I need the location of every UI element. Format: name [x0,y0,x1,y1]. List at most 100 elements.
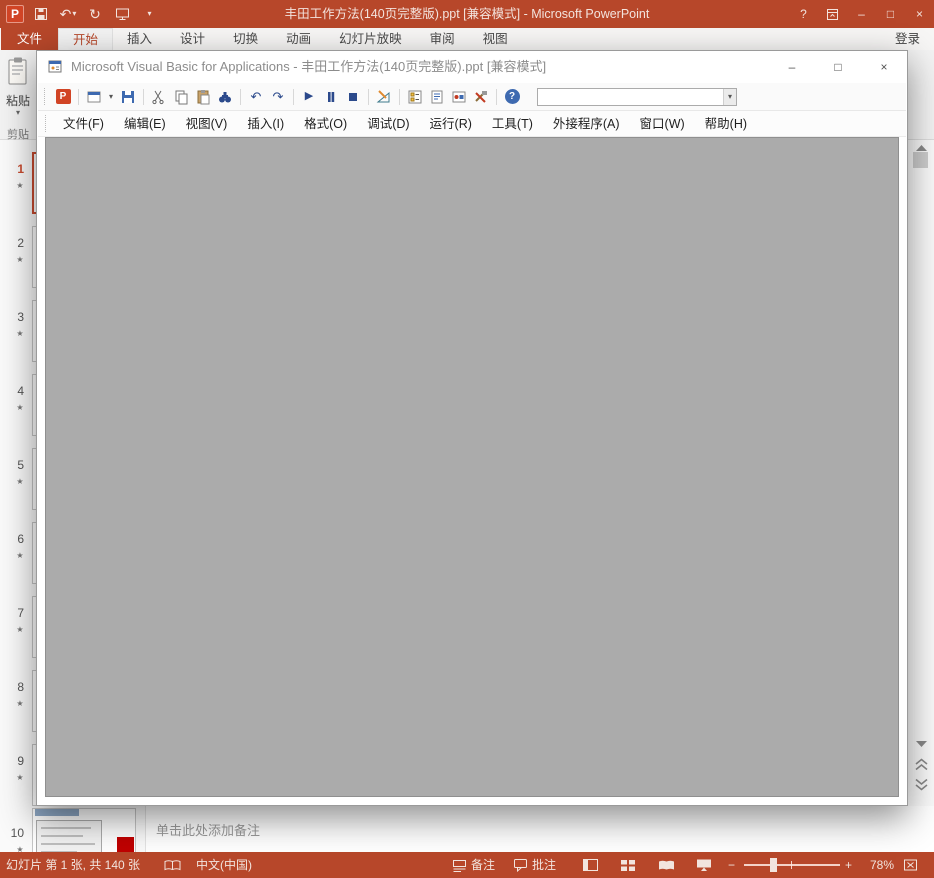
zoom-slider[interactable] [744,858,840,872]
normal-view-button[interactable] [582,858,599,872]
slideshow-view-button[interactable] [696,858,712,872]
menu-tools[interactable]: 工具(T) [482,113,543,135]
paste-button[interactable] [192,86,214,108]
vba-maximize-button[interactable]: □ [815,51,861,83]
reading-view-button[interactable] [658,859,675,872]
notes-toggle-button[interactable]: 备注 [471,852,495,878]
help-button[interactable]: ? [789,0,818,28]
toolbar-grip[interactable] [44,88,48,105]
tab-animations[interactable]: 动画 [272,28,325,50]
tab-design[interactable]: 设计 [166,28,219,50]
vba-titlebar[interactable]: Microsoft Visual Basic for Applications … [37,51,907,83]
view-host-application-button[interactable]: P [52,86,74,108]
app-titlebar[interactable]: P ↶ ▾ ↻ ▾ 丰田工作方法(140页完整版).ppt [兼容模式] - Mi… [0,0,934,28]
thumbnail-title-band [35,809,79,816]
project-explorer-button[interactable] [404,86,426,108]
tab-view[interactable]: 视图 [469,28,522,50]
toolbar-combo-input[interactable] [538,88,723,105]
find-button[interactable] [214,86,236,108]
paste-button[interactable]: 粘贴 ▾ [0,52,36,126]
previous-slide-button[interactable] [908,756,934,772]
thumbnail-line [41,843,95,845]
slide-indicator[interactable]: 幻灯片 第 1 张, 共 140 张 [6,852,140,878]
maximize-button[interactable]: □ [876,0,905,28]
double-chevron-down-icon [914,778,928,791]
fit-slide-to-window-button[interactable] [903,858,918,872]
tab-home[interactable]: 开始 [58,28,114,50]
zoom-out-button[interactable]: − [728,852,735,878]
menu-insert[interactable]: 插入(I) [237,113,294,135]
insert-userform-button[interactable] [83,86,105,108]
slide-number: 10 [10,826,24,840]
slide-item-10[interactable]: 10 ★ [0,808,145,852]
start-from-beginning-button[interactable] [113,2,131,26]
tab-transitions[interactable]: 切换 [219,28,272,50]
chevron-down-icon[interactable]: ▾ [0,108,36,117]
next-slide-button[interactable] [908,776,934,792]
menu-debug[interactable]: 调试(D) [357,113,419,135]
copy-button[interactable] [170,86,192,108]
toolbar-separator [496,88,497,105]
vba-save-button[interactable] [117,86,139,108]
fit-to-window-icon [904,859,917,871]
spell-check-button[interactable] [164,859,181,872]
triangle-up-icon [915,145,927,151]
menu-format[interactable]: 格式(O) [294,113,357,135]
red-indicator-badge [117,837,134,852]
customize-quick-access-toolbar-button[interactable]: ▾ [140,2,158,26]
userform-icon [87,91,101,102]
slide-sorter-view-button[interactable] [620,858,636,872]
slide-number: 8 [17,680,24,694]
vba-help-button[interactable]: ? [501,86,523,108]
vba-close-button[interactable]: × [861,51,907,83]
properties-window-button[interactable] [426,86,448,108]
undo-button[interactable]: ↶ ▾ [59,2,77,26]
menu-help[interactable]: 帮助(H) [695,113,757,135]
vba-standard-toolbar: P ▾ ↶ ↷ ▶ ? ▾ [38,83,906,111]
reset-button[interactable] [342,86,364,108]
sign-in-link[interactable]: 登录 [895,28,920,50]
animation-star-icon: ★ [16,329,24,338]
double-chevron-up-icon [914,757,928,770]
menu-addins[interactable]: 外接程序(A) [543,113,630,135]
insert-object-dropdown[interactable]: ▾ [105,86,117,108]
object-browser-button[interactable] [448,86,470,108]
close-button[interactable]: × [905,0,934,28]
vba-redo-button[interactable]: ↷ [267,86,289,108]
menubar-grip[interactable] [45,115,49,132]
menu-edit[interactable]: 编辑(E) [114,113,176,135]
scroll-down-button[interactable] [908,736,934,752]
slide-area-scrollbar[interactable] [908,140,934,806]
vba-undo-button[interactable]: ↶ [245,86,267,108]
notes-pane[interactable]: 单击此处添加备注 [145,806,934,852]
minimize-button[interactable]: – [847,0,876,28]
tab-file[interactable]: 文件 [1,28,59,50]
scrollbar-thumb[interactable] [913,152,928,168]
language-button[interactable]: 中文(中国) [196,852,252,878]
zoom-level[interactable]: 78% [860,852,894,878]
zoom-slider-thumb[interactable] [770,858,777,872]
break-button[interactable] [320,86,342,108]
notes-placeholder[interactable]: 单击此处添加备注 [156,820,260,839]
toolbox-button[interactable] [470,86,492,108]
powerpoint-icon: P [55,89,71,104]
tab-review[interactable]: 审阅 [416,28,469,50]
vba-mdi-client-area [45,137,899,797]
menu-window[interactable]: 窗口(W) [630,113,695,135]
design-mode-button[interactable] [373,86,395,108]
tab-slideshow[interactable]: 幻灯片放映 [325,28,416,50]
run-macro-button[interactable]: ▶ [298,86,320,108]
ribbon-display-options-button[interactable] [818,0,847,28]
menu-file[interactable]: 文件(F) [53,113,114,135]
zoom-in-button[interactable]: + [845,852,852,878]
menu-run[interactable]: 运行(R) [420,113,482,135]
vba-minimize-button[interactable]: – [769,51,815,83]
cut-button[interactable] [148,86,170,108]
repeat-button[interactable]: ↻ [86,2,104,26]
menu-view[interactable]: 视图(V) [176,113,238,135]
slide-thumbnail[interactable] [32,808,136,852]
tab-insert[interactable]: 插入 [113,28,166,50]
comments-toggle-button[interactable]: 批注 [532,852,556,878]
combo-dropdown-button[interactable]: ▾ [723,88,736,105]
save-button[interactable] [32,2,50,26]
